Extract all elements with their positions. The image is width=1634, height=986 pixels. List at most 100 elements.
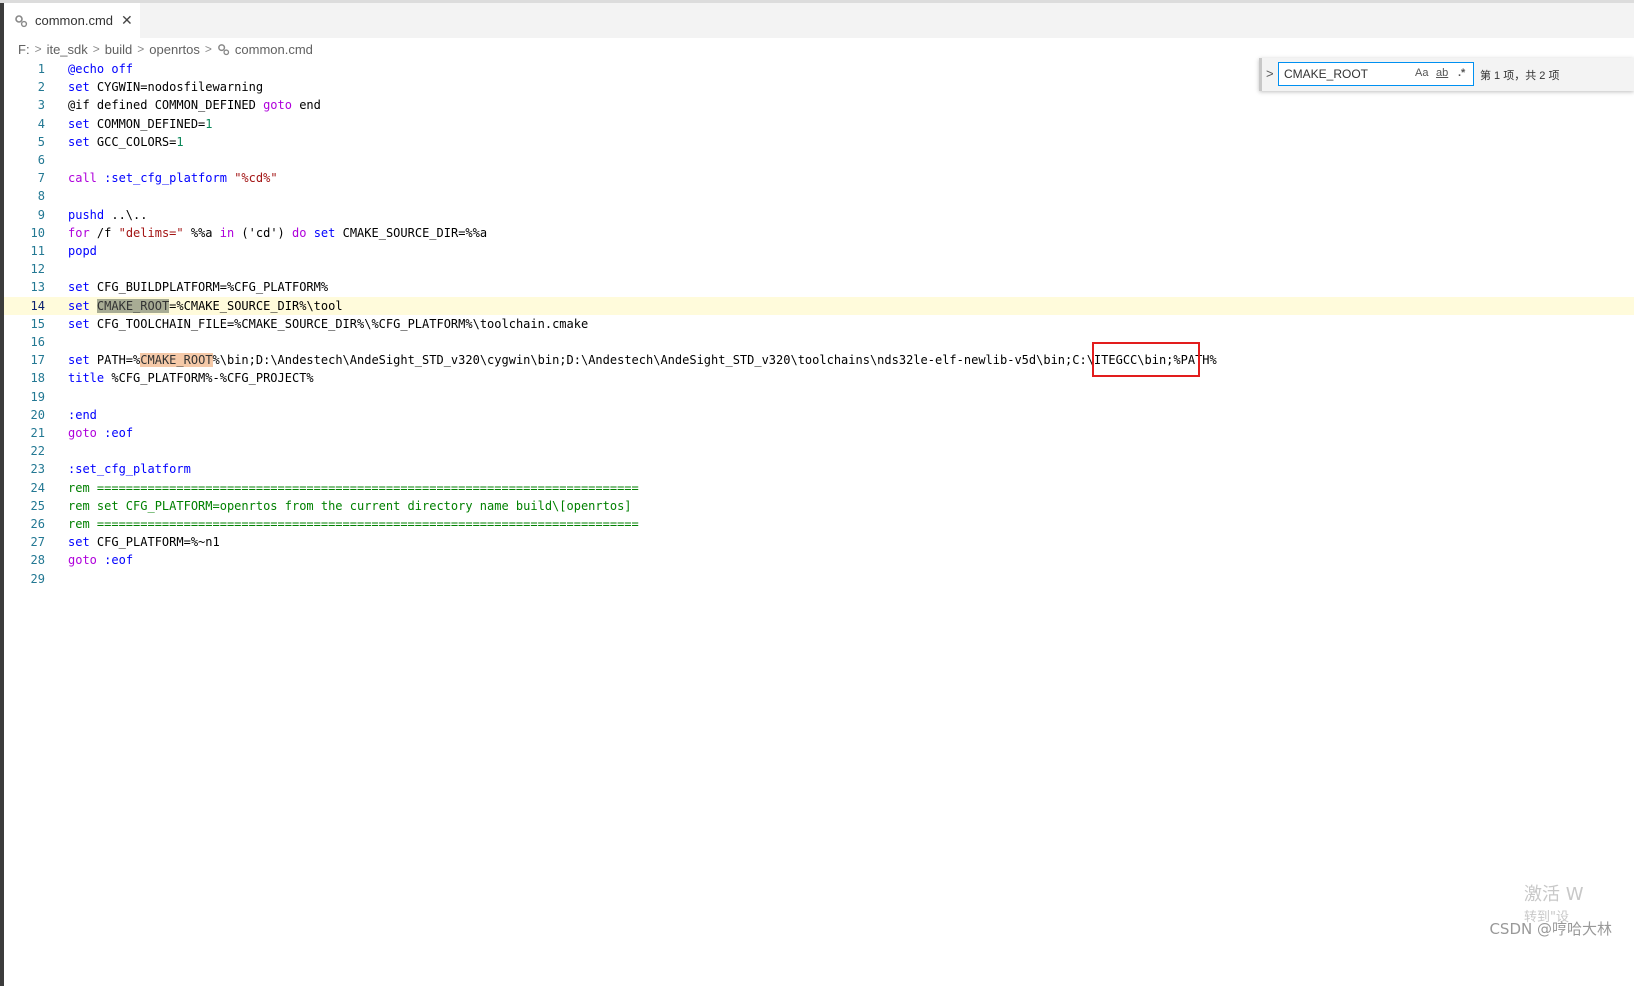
breadcrumb-openrtos[interactable]: openrtos bbox=[149, 42, 200, 57]
line-number: 15 bbox=[30, 316, 45, 331]
line-number: 4 bbox=[37, 116, 45, 131]
line-number: 27 bbox=[30, 535, 45, 550]
code-token: do bbox=[292, 225, 307, 240]
find-widget: > Aa ab .* 第 1 项，共 2 项 bbox=[1259, 58, 1634, 91]
breadcrumb-drive[interactable]: F: bbox=[18, 42, 30, 57]
breadcrumb-file[interactable]: common.cmd bbox=[235, 42, 313, 57]
line-code: rem set CFG_PLATFORM=openrtos from the c… bbox=[68, 497, 632, 515]
code-line[interactable]: 21 goto :eof bbox=[4, 424, 1634, 442]
code-editor[interactable]: 1 @echo off 2 set CYGWIN=nodosfilewarning 3 @… bbox=[4, 60, 1634, 986]
breadcrumb-separator: > bbox=[204, 42, 212, 56]
breadcrumb-ite-sdk[interactable]: ite_sdk bbox=[47, 42, 88, 57]
code-line[interactable]: 10 for /f "delims=" %%a in ('cd') do set … bbox=[4, 224, 1634, 242]
code-token: popd bbox=[68, 244, 97, 258]
code-line[interactable]: 25 rem set CFG_PLATFORM=openrtos from the… bbox=[4, 497, 1634, 515]
code-line[interactable]: 8 bbox=[4, 187, 1634, 205]
line-code: set CFG_TOOLCHAIN_FILE=%CMAKE_SOURCE_DIR… bbox=[68, 315, 588, 333]
line-number: 11 bbox=[30, 244, 45, 258]
code-line[interactable]: 7 call :set_cfg_platform "%cd%" bbox=[4, 169, 1634, 187]
find-input[interactable] bbox=[1279, 63, 1416, 85]
search-match: CMAKE_ROOT bbox=[140, 353, 213, 368]
code-token: PATH=% bbox=[89, 353, 141, 368]
code-token: set bbox=[68, 280, 90, 295]
code-token: goto bbox=[68, 553, 97, 568]
code-token: set bbox=[68, 134, 90, 149]
whole-word-toggle[interactable]: ab bbox=[1436, 67, 1448, 79]
code-token: set bbox=[68, 535, 90, 550]
breadcrumb-separator: > bbox=[34, 42, 42, 56]
code-line[interactable]: 11 popd bbox=[4, 242, 1634, 260]
line-number: 17 bbox=[30, 353, 45, 368]
code-token: set bbox=[68, 80, 90, 95]
code-token: end bbox=[291, 98, 321, 113]
code-line[interactable]: 27 set CFG_PLATFORM=%~n1 bbox=[4, 533, 1634, 551]
line-code: set CMAKE_ROOT=%CMAKE_SOURCE_DIR%\tool bbox=[68, 297, 343, 315]
code-line[interactable]: 5 set GCC_COLORS=1 bbox=[4, 133, 1634, 151]
code-token: COMMON_DEFINED= bbox=[89, 116, 206, 131]
code-line[interactable]: 24 rem ==================================… bbox=[4, 479, 1634, 497]
code-token: in bbox=[219, 225, 235, 240]
line-number: 21 bbox=[30, 426, 45, 440]
code-token: :eof bbox=[104, 553, 134, 568]
code-line[interactable]: 3 @if defined COMMON_DEFINED goto end bbox=[4, 96, 1634, 114]
code-line[interactable]: 6 bbox=[4, 151, 1634, 169]
code-token: 1 bbox=[205, 116, 213, 131]
code-token: :set_cfg_platform bbox=[104, 171, 227, 186]
tab-common-cmd[interactable]: common.cmd ✕ bbox=[4, 3, 140, 38]
code-token: "delims=" bbox=[118, 225, 184, 240]
line-code: set CFG_BUILDPLATFORM=%CFG_PLATFORM% bbox=[68, 278, 328, 296]
line-code: @echo off bbox=[68, 60, 133, 78]
code-token: =%CMAKE_SOURCE_DIR%\tool bbox=[169, 298, 343, 313]
line-code: pushd ..\.. bbox=[68, 206, 147, 224]
line-number: 1 bbox=[37, 62, 45, 76]
code-line[interactable]: 19 bbox=[4, 388, 1634, 406]
code-token: set bbox=[68, 298, 90, 313]
code-line[interactable]: 9 pushd ..\.. bbox=[4, 206, 1634, 224]
code-line[interactable]: 23:set_cfg_platform bbox=[4, 460, 1634, 478]
code-line[interactable]: 16 bbox=[4, 333, 1634, 351]
code-line[interactable]: 20 :end bbox=[4, 406, 1634, 424]
code-line[interactable]: 26 rem ==================================… bbox=[4, 515, 1634, 533]
code-line[interactable]: 28 goto :eof bbox=[4, 551, 1634, 569]
breadcrumb-build[interactable]: build bbox=[105, 42, 132, 57]
code-line[interactable]: 4 set COMMON_DEFINED=1 bbox=[4, 115, 1634, 133]
code-token: GCC_COLORS= bbox=[89, 134, 177, 149]
line-number: 25 bbox=[30, 498, 45, 513]
line-code: :end bbox=[68, 406, 97, 424]
gear-icon bbox=[218, 43, 230, 55]
tab-bar: common.cmd ✕ bbox=[4, 3, 1634, 38]
line-number: 6 bbox=[37, 153, 45, 167]
line-code: rem ====================================… bbox=[68, 479, 639, 497]
line-number: 7 bbox=[37, 171, 45, 186]
code-token: pushd bbox=[68, 207, 105, 222]
close-icon[interactable]: ✕ bbox=[121, 12, 133, 29]
code-token: set bbox=[68, 353, 90, 368]
code-line[interactable]: 12 bbox=[4, 260, 1634, 278]
code-token: rem ====================================… bbox=[68, 517, 639, 531]
line-number: 29 bbox=[30, 571, 45, 586]
line-code: set GCC_COLORS=1 bbox=[68, 133, 184, 151]
tab-label: common.cmd bbox=[35, 13, 114, 28]
gear-icon bbox=[15, 14, 28, 27]
code-line[interactable]: 29 bbox=[4, 570, 1634, 588]
line-number: 20 bbox=[30, 407, 45, 422]
match-case-toggle[interactable]: Aa bbox=[1415, 67, 1428, 79]
code-token: %CFG_PLATFORM%-%CFG_PROJECT% bbox=[104, 371, 314, 386]
code-line[interactable]: 13 set CFG_BUILDPLATFORM=%CFG_PLATFORM% bbox=[4, 278, 1634, 296]
code-token: CFG_PLATFORM=%~n1 bbox=[89, 535, 220, 550]
line-code: call :set_cfg_platform "%cd%" bbox=[68, 169, 278, 187]
code-token: %%a bbox=[183, 225, 220, 240]
code-token: :end bbox=[68, 407, 97, 422]
regex-toggle[interactable]: .* bbox=[1458, 67, 1465, 79]
code-line[interactable]: 18 title %CFG_PLATFORM%-%CFG_PROJECT% bbox=[4, 369, 1634, 387]
annotation-highlight-box bbox=[1092, 342, 1200, 377]
code-line[interactable]: 15 set CFG_TOOLCHAIN_FILE=%CMAKE_SOURCE_D… bbox=[4, 315, 1634, 333]
line-number: 8 bbox=[37, 189, 45, 204]
code-line[interactable]: 14 set CMAKE_ROOT=%CMAKE_SOURCE_DIR%\tool bbox=[4, 296, 1634, 315]
code-line[interactable]: 17 set PATH=%CMAKE_ROOT%\bin;D:\Andestech… bbox=[4, 351, 1634, 369]
code-line[interactable]: 22 bbox=[4, 442, 1634, 460]
line-code: for /f "delims=" %%a in ('cd') do set CM… bbox=[68, 224, 487, 242]
line-number: 22 bbox=[30, 444, 45, 459]
toggle-replace-chevron-icon[interactable]: > bbox=[1266, 66, 1274, 81]
code-token: call bbox=[68, 171, 97, 186]
